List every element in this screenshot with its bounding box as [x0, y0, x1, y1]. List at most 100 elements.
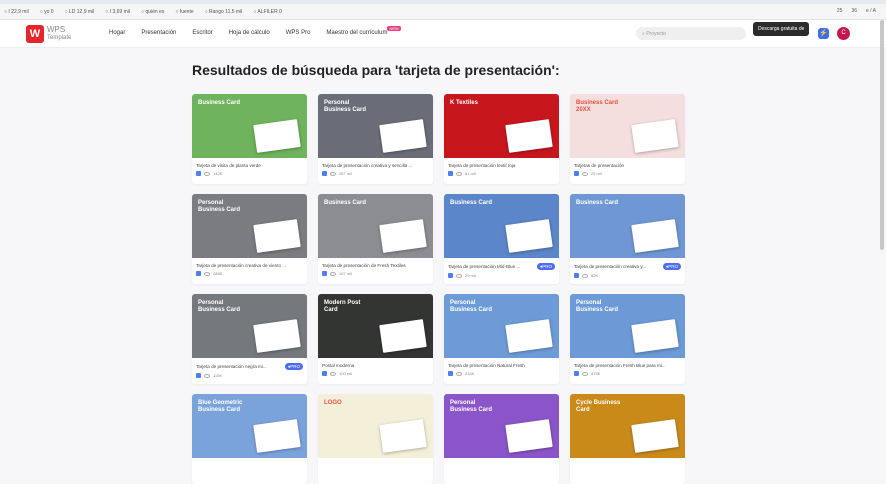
nav-item[interactable]: WPS Pro: [286, 30, 311, 36]
toolbar-metric[interactable]: ○ I 3,69 mil: [105, 9, 130, 15]
card-title[interactable]: Tarjeta de presentación creativa de vien…: [196, 263, 286, 268]
template-thumbnail[interactable]: Personal Business Card: [570, 294, 685, 358]
nav-item[interactable]: Presentación: [141, 30, 176, 36]
toolbar-metric[interactable]: ○ yo 0: [40, 9, 54, 15]
nav-item[interactable]: Hoja de cálculo: [229, 30, 270, 36]
thumbnail-text: LOGO: [324, 400, 342, 406]
view-count: 286K: [213, 271, 223, 276]
file-type-icon: [196, 171, 201, 176]
template-thumbnail[interactable]: Personal Business Card: [192, 194, 307, 258]
file-type-icon: [448, 273, 453, 278]
template-thumbnail[interactable]: Personal Business Card: [444, 294, 559, 358]
card-mockup: [379, 119, 427, 153]
template-card[interactable]: LOGO: [318, 394, 433, 484]
card-mockup: [631, 319, 679, 353]
card-mockup: [379, 419, 427, 453]
toolbar-right-item[interactable]: e / A: [866, 8, 876, 14]
template-thumbnail[interactable]: Cycle Business Card: [570, 394, 685, 458]
template-card[interactable]: Personal Business Card Tarjeta de present…: [570, 294, 685, 384]
eye-icon: [330, 371, 336, 376]
template-card[interactable]: Personal Business Card Tarjeta de present…: [318, 94, 433, 184]
eye-icon: [456, 371, 462, 376]
pro-badge: ♦PRO: [284, 363, 303, 370]
template-thumbnail[interactable]: Business Card: [444, 194, 559, 258]
template-thumbnail[interactable]: Personal Business Card: [444, 394, 559, 458]
template-card[interactable]: Personal Business Card Tarjeta de present…: [192, 294, 307, 384]
thumbnail-text: Business Card: [450, 200, 493, 206]
bolt-icon[interactable]: ⚡: [818, 28, 829, 39]
eye-icon: [456, 171, 462, 176]
card-mockup: [253, 419, 301, 453]
card-mockup: [631, 119, 679, 153]
template-thumbnail[interactable]: Personal Business Card: [318, 94, 433, 158]
file-type-icon: [448, 171, 453, 176]
template-thumbnail[interactable]: Personal Business Card: [192, 294, 307, 358]
card-title[interactable]: Tarjeta de presentación de Fresh Textile…: [322, 263, 406, 268]
toolbar-right-item[interactable]: 36: [851, 8, 857, 14]
eye-icon: [330, 171, 336, 176]
toolbar-metric[interactable]: ○ LD 12,9 mil: [65, 9, 95, 15]
toolbar-metric[interactable]: ○ ALFILER 0: [253, 9, 282, 15]
toolbar-metric[interactable]: ○ I 22,9 mil: [4, 9, 29, 15]
eye-icon: [582, 273, 588, 278]
card-mockup: [505, 219, 553, 253]
card-title[interactable]: Postal moderna: [322, 363, 354, 368]
template-thumbnail[interactable]: Business Card: [570, 194, 685, 258]
template-thumbnail[interactable]: Business Card: [318, 194, 433, 258]
avatar[interactable]: C: [837, 27, 850, 40]
template-card[interactable]: Cycle Business Card: [570, 394, 685, 484]
card-mockup: [253, 119, 301, 153]
nav-item[interactable]: Escritor: [192, 30, 212, 36]
eye-icon: [330, 271, 336, 276]
wps-logo[interactable]: W WPS Template: [26, 25, 71, 43]
scrollbar[interactable]: [880, 20, 884, 250]
toolbar-metric[interactable]: ○ Rango 11,5 mil: [205, 9, 243, 15]
nav-item[interactable]: Maestro del currículumNEW: [326, 26, 401, 36]
template-card[interactable]: Personal Business Card Tarjeta de present…: [192, 194, 307, 284]
card-title[interactable]: Tarjeta de presentación Natural Fresh: [448, 363, 525, 368]
template-card[interactable]: Personal Business Card: [444, 394, 559, 484]
thumbnail-text: Modern Post Card: [324, 300, 361, 313]
template-thumbnail[interactable]: Business Card: [192, 94, 307, 158]
card-title[interactable]: Tarjeta de presentación creativa y...: [574, 264, 646, 269]
file-type-icon: [322, 171, 327, 176]
card-mockup: [253, 219, 301, 253]
template-card[interactable]: Business Card Tarjeta de presentación cre…: [570, 194, 685, 284]
template-card[interactable]: Business Card Tarjeta de presentación Mid…: [444, 194, 559, 284]
card-title[interactable]: Tarjeta de presentación Mid-Blue ...: [448, 264, 520, 269]
card-mockup: [505, 319, 553, 353]
template-thumbnail[interactable]: LOGO: [318, 394, 433, 458]
card-title[interactable]: Tarjeta de presentación negra mi...: [196, 364, 267, 369]
card-title[interactable]: Tarjeta de visita de planta verde: [196, 163, 261, 168]
template-thumbnail[interactable]: Blue Geometric Business Card: [192, 394, 307, 458]
card-title[interactable]: Tarjetas de presentación: [574, 163, 624, 168]
toolbar-right-item[interactable]: 25: [837, 8, 843, 14]
thumbnail-text: Personal Business Card: [198, 200, 241, 213]
card-title[interactable]: Tarjeta de presentación Fresh Blue para …: [574, 363, 666, 368]
eye-icon: [582, 171, 588, 176]
template-card[interactable]: K Textiles Tarjeta de presentación textil…: [444, 94, 559, 184]
card-title[interactable]: Tarjeta de presentación textil roja: [448, 163, 515, 168]
template-thumbnail[interactable]: Business Card 20XX: [570, 94, 685, 158]
search-input[interactable]: ⌕ Proyecto: [636, 27, 746, 40]
new-badge: NEW: [387, 26, 401, 31]
template-card[interactable]: Modern Post Card Postal moderna 100 mil: [318, 294, 433, 384]
toolbar-metric[interactable]: ○ fuente: [175, 9, 193, 15]
card-title[interactable]: Tarjeta de presentación creativa y senci…: [322, 163, 412, 168]
template-card[interactable]: Business Card Tarjeta de visita de planta…: [192, 94, 307, 184]
nav-item[interactable]: Hogar: [109, 30, 125, 36]
thumbnail-text: K Textiles: [450, 100, 478, 106]
view-count: 110K: [213, 373, 223, 378]
page-title: Resultados de búsqueda para 'tarjeta de …: [192, 62, 560, 78]
template-thumbnail[interactable]: Modern Post Card: [318, 294, 433, 358]
template-card[interactable]: Business Card Tarjeta de presentación de …: [318, 194, 433, 284]
card-mockup: [253, 319, 301, 353]
view-count: 142K: [213, 171, 223, 176]
thumbnail-text: Blue Geometric Business Card: [198, 400, 243, 413]
template-thumbnail[interactable]: K Textiles: [444, 94, 559, 158]
toolbar-metric[interactable]: ○ quién es: [141, 9, 164, 15]
template-card[interactable]: Business Card 20XX Tarjetas de presentaci…: [570, 94, 685, 184]
thumbnail-text: Business Card: [576, 200, 619, 206]
template-card[interactable]: Blue Geometric Business Card: [192, 394, 307, 484]
template-card[interactable]: Personal Business Card Tarjeta de present…: [444, 294, 559, 384]
